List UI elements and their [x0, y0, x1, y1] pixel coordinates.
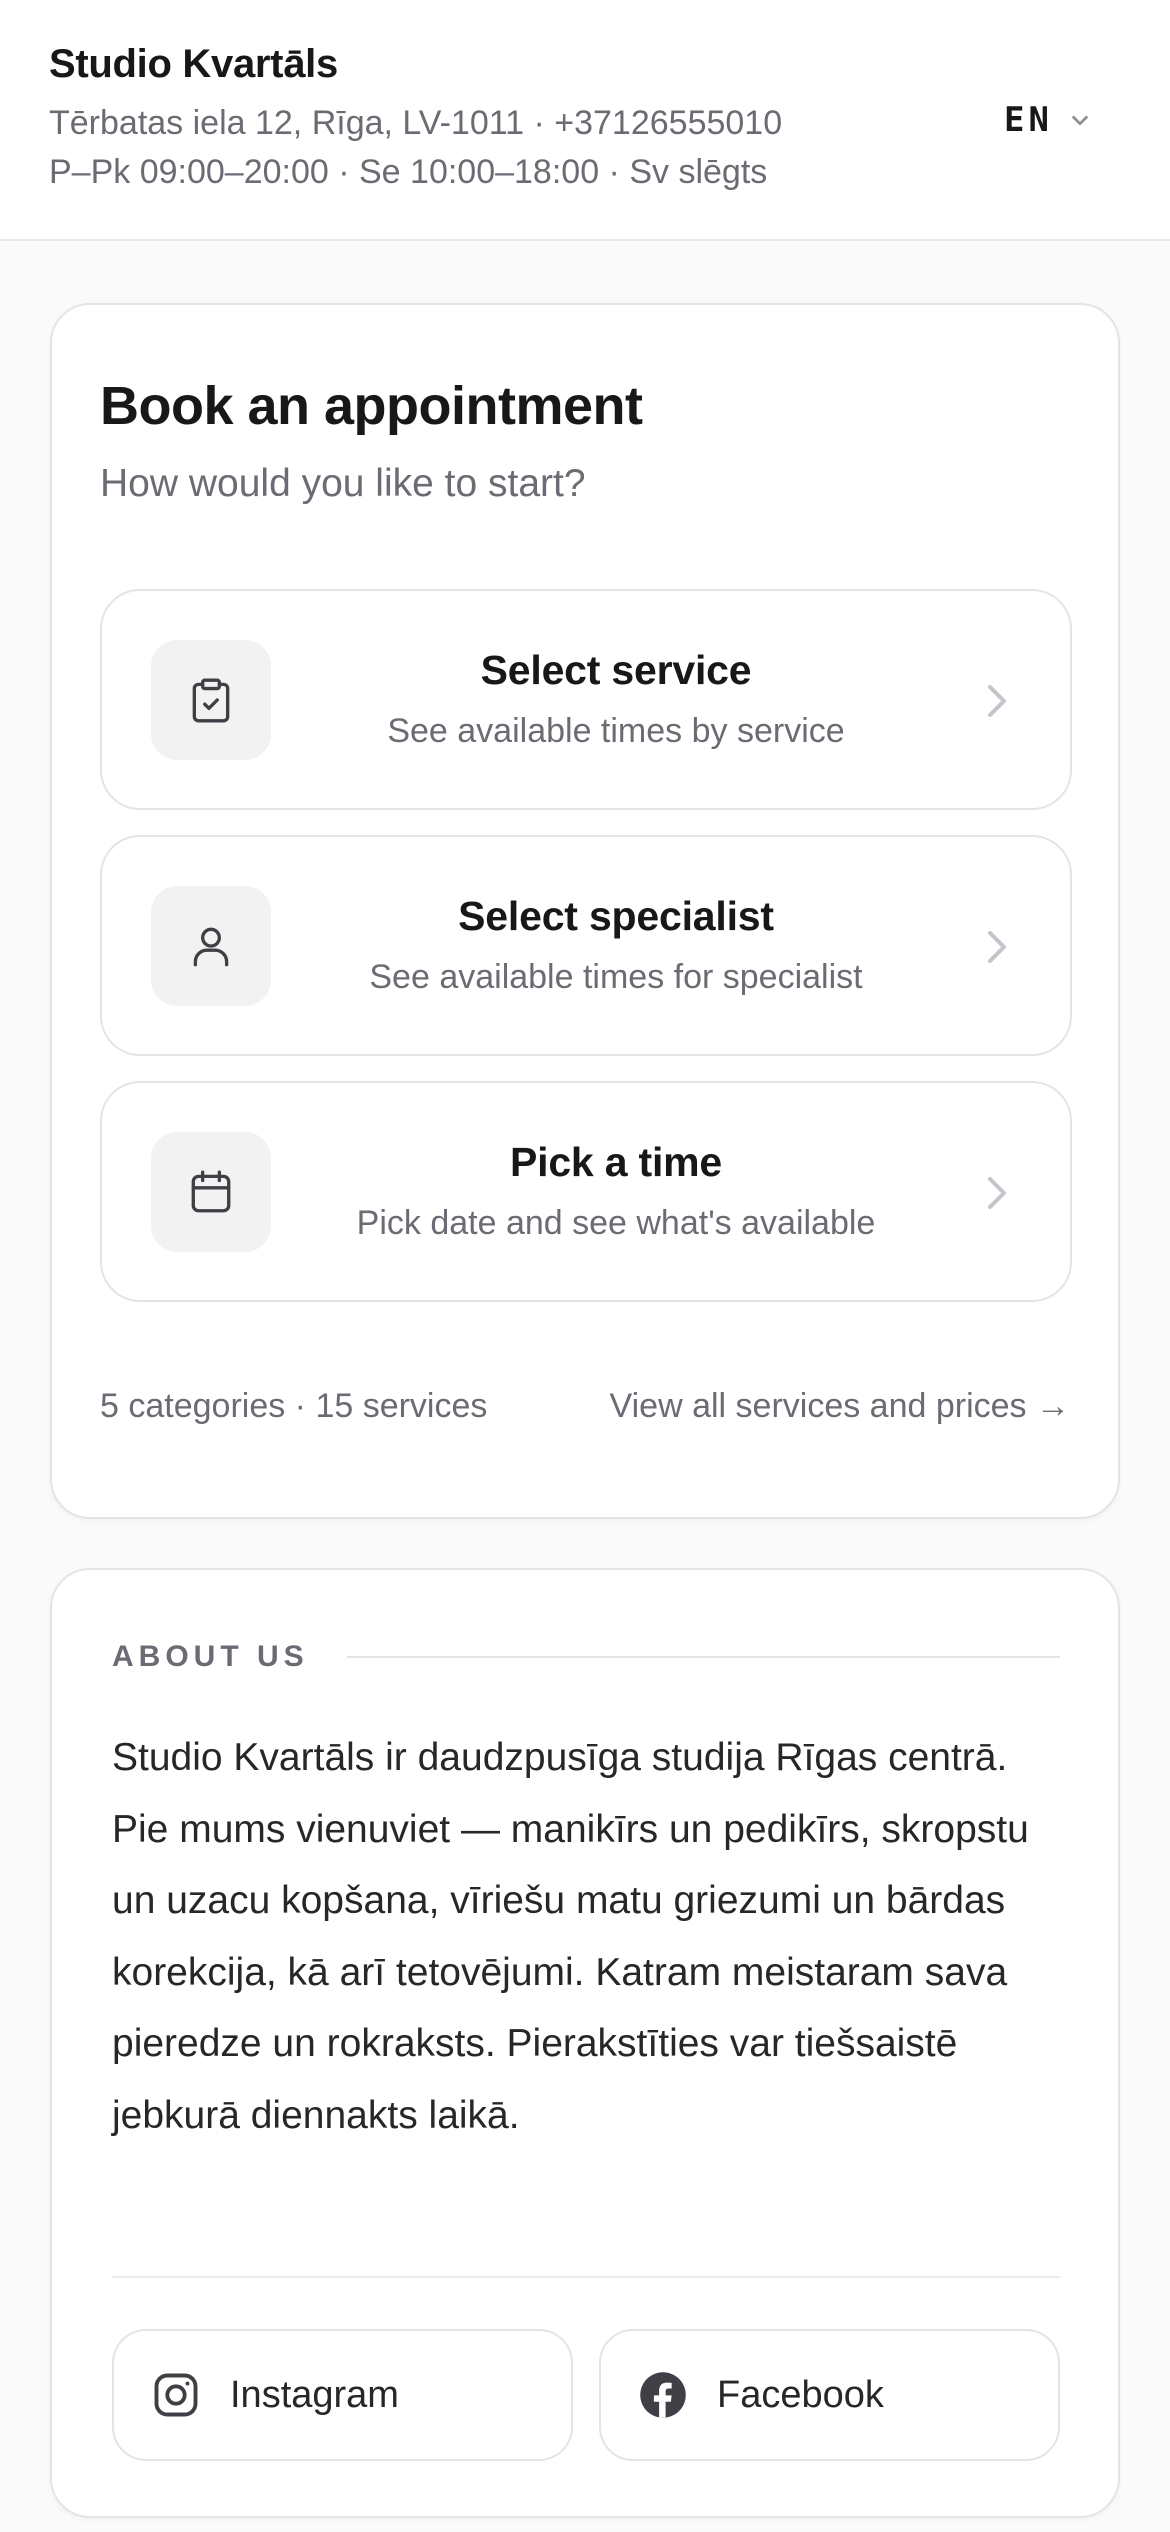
chevron-right-icon [988, 931, 1006, 963]
about-card: ABOUT US Studio Kvartāls ir daudzpusīga … [50, 1568, 1120, 2518]
chevron-right-icon [988, 685, 1006, 717]
facebook-icon [640, 2372, 686, 2418]
business-hours: P–Pk 09:00–20:00 · Se 10:00–18:00 · Sv s… [49, 153, 768, 191]
option-icon-tile [151, 886, 271, 1006]
chevron-down-icon [1072, 115, 1088, 126]
business-name: Studio Kvartāls [49, 42, 338, 86]
social-label: Facebook [717, 2373, 884, 2416]
option-text: Select service See available times by se… [282, 647, 950, 751]
option-description: See available times for specialist [369, 958, 863, 996]
calendar-icon [191, 1170, 231, 1213]
business-address: Tērbatas iela 12, Rīga, LV-1011 · +37126… [49, 104, 783, 142]
instagram-icon [154, 2373, 198, 2417]
select-service-option[interactable]: Select service See available times by se… [100, 589, 1072, 810]
language-selector[interactable]: EN [1004, 100, 1091, 140]
option-title: Pick a time [509, 1139, 723, 1185]
facebook-button[interactable]: Facebook [599, 2329, 1060, 2461]
option-icon-tile [151, 640, 271, 760]
option-text: Select specialist See available times fo… [282, 893, 950, 997]
heading-rule [346, 1656, 1060, 1658]
option-text: Pick a time Pick date and see what's ava… [282, 1139, 950, 1243]
about-heading: ABOUT US [112, 1640, 1060, 1674]
option-description: See available times by service [387, 712, 845, 750]
option-description: Pick date and see what's available [356, 1204, 876, 1242]
services-summary: 5 categories · 15 services [100, 1387, 488, 1425]
booking-footer: 5 categories · 15 services View all serv… [100, 1387, 1070, 1426]
instagram-button[interactable]: Instagram [112, 2329, 573, 2461]
language-code: EN [1004, 100, 1053, 140]
user-icon [193, 927, 229, 967]
chevron-right-icon [988, 1177, 1006, 1209]
pick-time-option[interactable]: Pick a time Pick date and see what's ava… [100, 1081, 1072, 1302]
social-label: Instagram [230, 2373, 399, 2416]
booking-subtitle: How would you like to start? [100, 462, 586, 505]
site-header: Studio Kvartāls Tērbatas iela 12, Rīga, … [0, 0, 1170, 241]
booking-title: Book an appointment [100, 376, 643, 436]
option-icon-tile [151, 1132, 271, 1252]
option-title: Select specialist [458, 893, 774, 939]
option-title: Select service [480, 647, 752, 693]
about-label: ABOUT US [112, 1640, 309, 1673]
clipboard-check-icon [192, 678, 230, 723]
about-description: Studio Kvartāls ir daudzpusīga studija R… [112, 1736, 1029, 2137]
divider [112, 2276, 1060, 2278]
booking-card: Book an appointment How would you like t… [50, 303, 1120, 1519]
view-all-services-link[interactable]: View all services and prices → [610, 1387, 1070, 1426]
select-specialist-option[interactable]: Select specialist See available times fo… [100, 835, 1072, 1056]
